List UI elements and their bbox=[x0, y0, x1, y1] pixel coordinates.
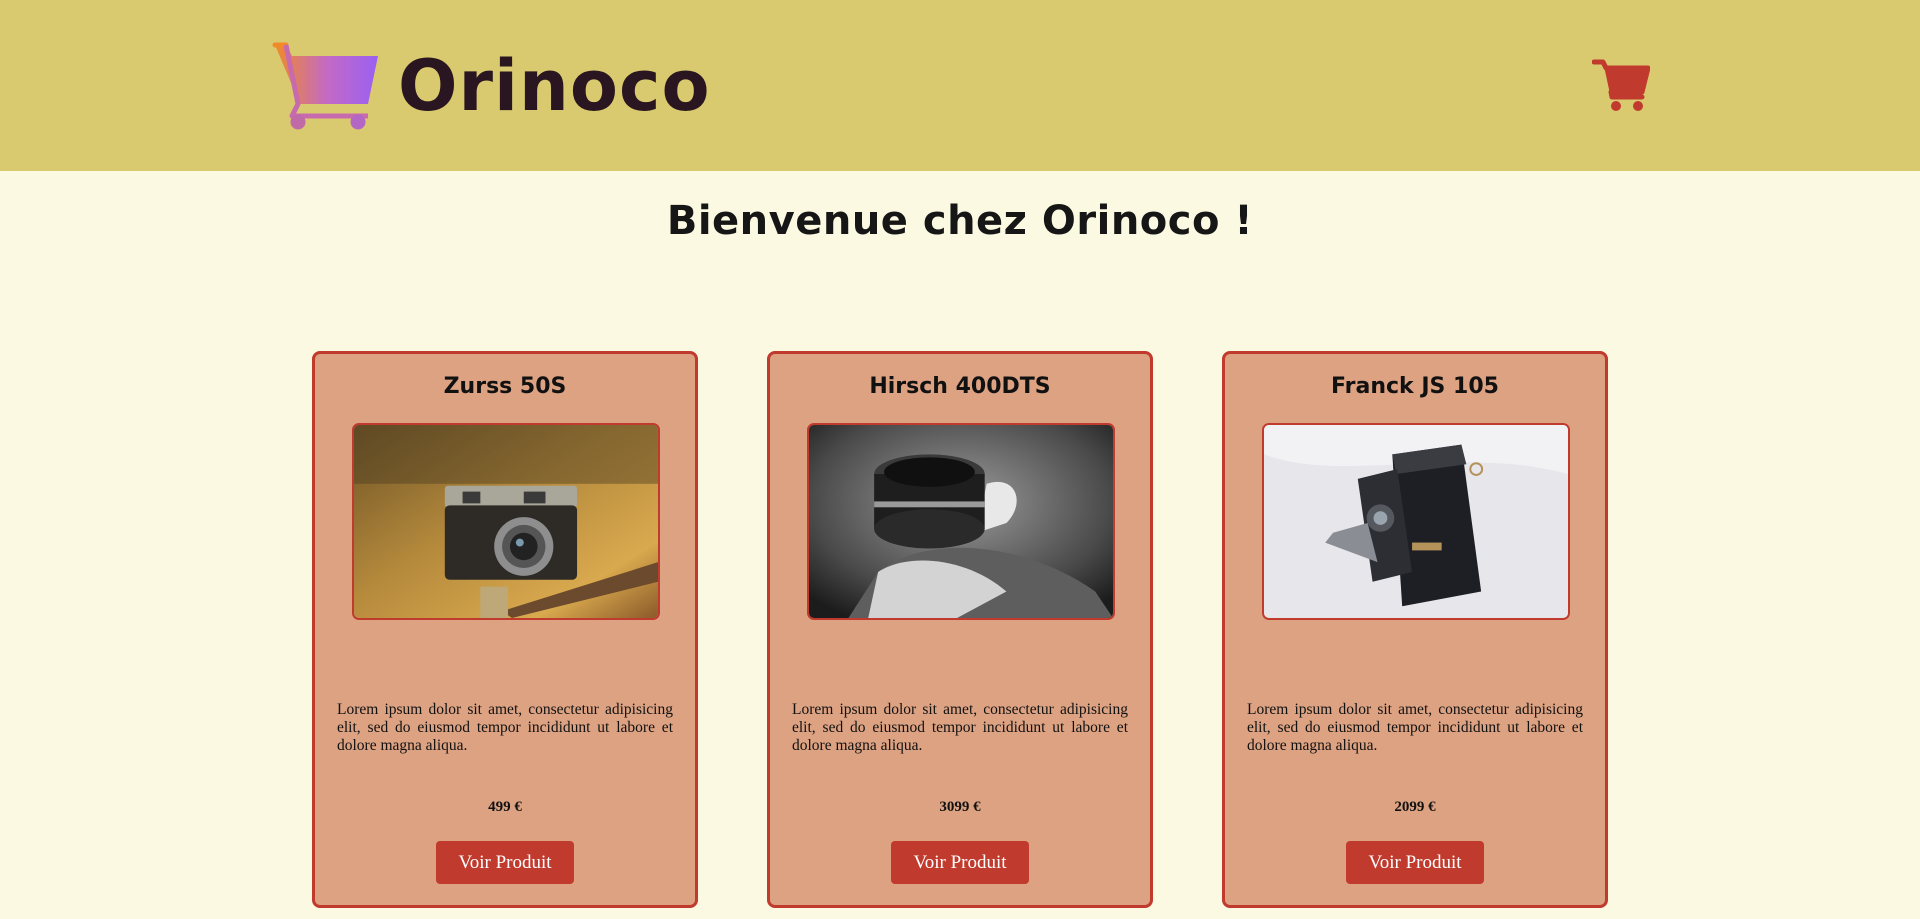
view-product-button[interactable]: Voir Produit bbox=[436, 841, 574, 884]
page-title: Bienvenue chez Orinoco ! bbox=[666, 198, 1254, 244]
camera-lens-bw-photo bbox=[807, 423, 1115, 620]
product-card: Franck JS 105 Lorem ipsum dolor sit amet… bbox=[1222, 351, 1608, 908]
product-card: Zurss 50S Lorem ipsum dolor sit amet, co… bbox=[312, 351, 698, 908]
product-card: Hirsch 400DTS Lorem ipsum dolor sit amet… bbox=[767, 351, 1153, 908]
product-price: 499 € bbox=[488, 799, 522, 815]
view-product-button[interactable]: Voir Produit bbox=[1346, 841, 1484, 884]
vintage-camera-photo bbox=[352, 423, 660, 620]
shopping-cart-icon bbox=[1591, 59, 1651, 116]
view-product-button[interactable]: Voir Produit bbox=[891, 841, 1029, 884]
product-price: 3099 € bbox=[939, 799, 981, 815]
cart-button[interactable] bbox=[1591, 58, 1651, 112]
product-description: Lorem ipsum dolor sit amet, consectetur … bbox=[1247, 701, 1583, 754]
product-description: Lorem ipsum dolor sit amet, consectetur … bbox=[337, 701, 673, 754]
product-description: Lorem ipsum dolor sit amet, consectetur … bbox=[792, 701, 1128, 754]
brand-name: Orinoco bbox=[398, 45, 711, 127]
site-header: Orinoco bbox=[0, 0, 1920, 171]
product-name: Franck JS 105 bbox=[1331, 374, 1499, 399]
folding-camera-photo bbox=[1262, 423, 1570, 620]
shopping-cart-gradient-icon bbox=[272, 40, 382, 132]
product-price: 2099 € bbox=[1394, 799, 1436, 815]
product-name: Hirsch 400DTS bbox=[869, 374, 1051, 399]
product-name: Zurss 50S bbox=[443, 374, 567, 399]
